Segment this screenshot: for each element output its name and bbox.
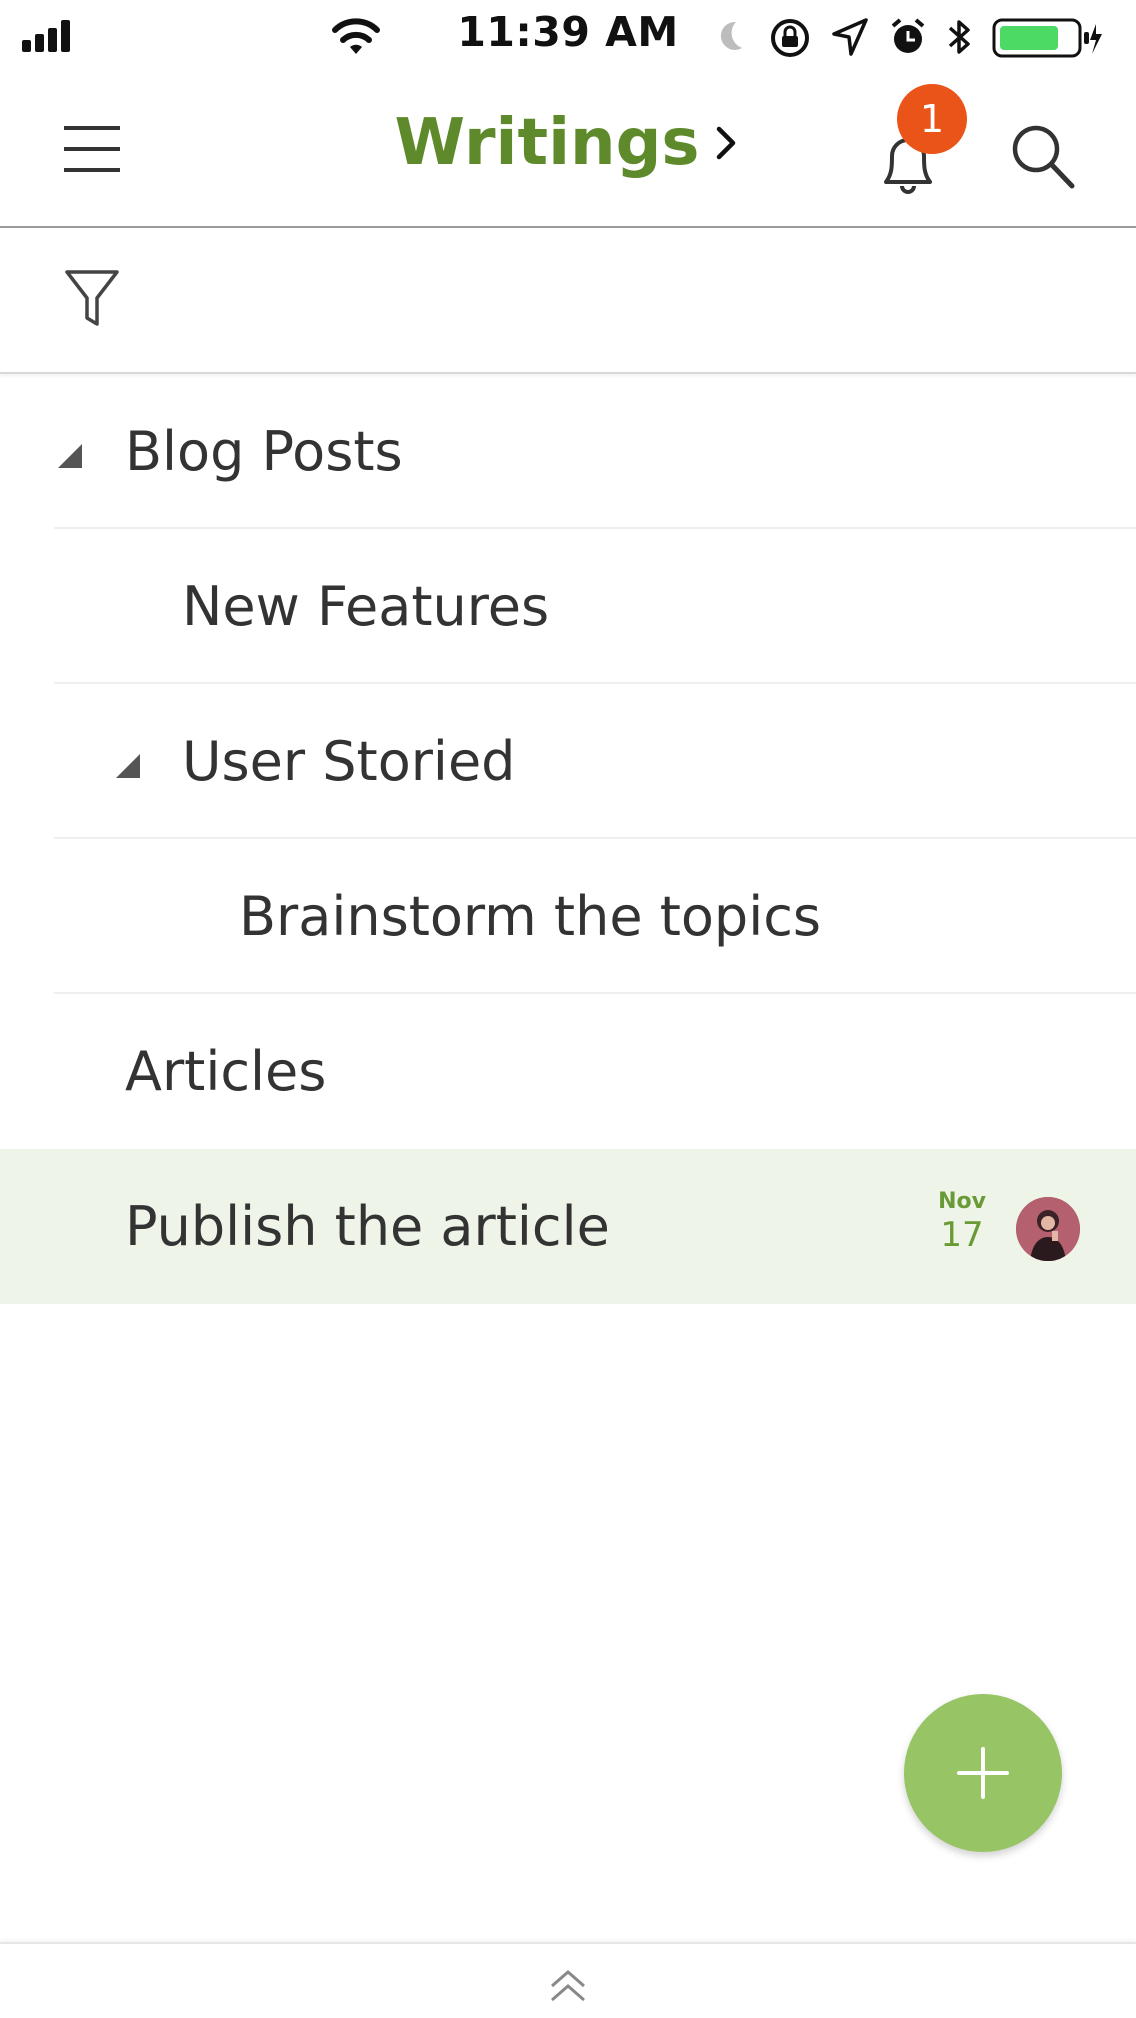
page-title[interactable]: Writings bbox=[395, 106, 700, 180]
due-day: 17 bbox=[940, 1215, 984, 1255]
double-chevron-up-icon[interactable] bbox=[548, 1968, 588, 2004]
location-arrow-icon bbox=[832, 18, 868, 56]
list-item-label: New Features bbox=[182, 575, 550, 638]
avatar[interactable] bbox=[1016, 1197, 1080, 1261]
filter-bar bbox=[0, 228, 1136, 374]
alarm-clock-icon bbox=[891, 18, 925, 53]
search-icon[interactable] bbox=[1008, 120, 1078, 192]
list-item[interactable]: New Features bbox=[0, 529, 1136, 684]
assignee-avatar-image bbox=[1016, 1197, 1080, 1261]
chevron-right-icon[interactable] bbox=[713, 123, 741, 163]
list-item[interactable]: User Storied bbox=[0, 684, 1136, 839]
task-list: Blog Posts New Features User Storied Bra… bbox=[0, 374, 1136, 1304]
battery-icon bbox=[992, 18, 1102, 58]
bluetooth-icon bbox=[948, 20, 970, 54]
collapse-triangle-icon[interactable] bbox=[58, 444, 82, 468]
bottom-bar bbox=[0, 1942, 1136, 2018]
list-item-label: Blog Posts bbox=[125, 420, 403, 483]
notification-badge[interactable]: 1 bbox=[897, 84, 967, 154]
filter-icon[interactable] bbox=[64, 268, 120, 328]
rotation-lock-icon bbox=[771, 19, 809, 57]
app-header: Writings 1 bbox=[0, 76, 1136, 228]
status-bar: 11:39 AM bbox=[0, 0, 1136, 76]
list-item-label: Brainstorm the topics bbox=[239, 885, 822, 948]
list-item-label: Publish the article bbox=[125, 1195, 610, 1258]
do-not-disturb-moon-icon bbox=[720, 21, 742, 50]
list-item[interactable]: Blog Posts bbox=[0, 374, 1136, 529]
list-item[interactable]: Articles bbox=[0, 994, 1136, 1149]
due-month: Nov bbox=[938, 1189, 986, 1214]
plus-icon bbox=[957, 1747, 1009, 1799]
due-date: Nov 17 bbox=[932, 1189, 992, 1255]
list-item[interactable]: Brainstorm the topics bbox=[0, 839, 1136, 994]
list-item-label: Articles bbox=[125, 1040, 327, 1103]
list-item-label: User Storied bbox=[182, 730, 516, 793]
add-task-button[interactable] bbox=[904, 1694, 1062, 1852]
list-item-selected[interactable]: Publish the article Nov 17 bbox=[0, 1149, 1136, 1304]
collapse-triangle-icon[interactable] bbox=[116, 754, 140, 778]
